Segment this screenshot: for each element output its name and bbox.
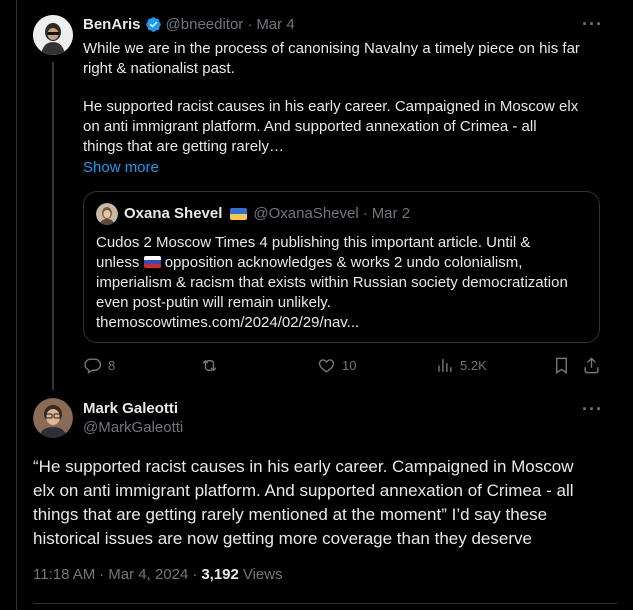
avatar[interactable] — [33, 398, 73, 438]
quote-author-handle[interactable]: @OxanaShevel — [253, 205, 358, 222]
quote-date[interactable]: Mar 2 — [372, 205, 410, 222]
author-name[interactable]: BenAris — [83, 16, 141, 33]
more-options-icon[interactable]: ··· — [582, 14, 603, 35]
text-line: “He supported racist causes in his early… — [33, 457, 574, 476]
text-line: historical issues are now getting more c… — [33, 529, 532, 548]
avatar[interactable] — [96, 203, 118, 225]
views-button[interactable]: 5.2K — [435, 356, 487, 375]
repost-icon — [202, 359, 217, 372]
author-handle[interactable]: @bneeditor — [166, 16, 244, 33]
bookmark-button[interactable] — [552, 356, 571, 375]
show-more-link[interactable]: Show more — [83, 158, 603, 178]
divider — [33, 603, 617, 604]
view-count: 5.2K — [460, 358, 487, 373]
analytics-icon — [438, 359, 452, 372]
separator: · — [99, 566, 105, 583]
quote-link[interactable]: themoscowtimes.com/2024/02/29/nav... — [96, 313, 596, 333]
text-line: elx on anti immigrant platform. And supp… — [33, 481, 574, 500]
repost-button[interactable] — [200, 356, 219, 375]
text-fragment: opposition acknowledges & works 2 undo c… — [164, 254, 523, 271]
text-line: Cudos 2 Moscow Times 4 publishing this i… — [96, 234, 531, 251]
text-line: right & nationalist past. — [83, 60, 235, 77]
text-line: things that are getting rarely… — [83, 138, 284, 155]
quote-author-name[interactable]: Oxana Shevel — [124, 205, 222, 222]
text-line: He supported racist causes in his early … — [83, 98, 579, 115]
views-label: Views — [242, 566, 283, 583]
reply-icon — [84, 358, 102, 374]
text-line: things that are getting rarely mentioned… — [33, 505, 548, 524]
text-line: imperialism & racism that exists within … — [96, 274, 568, 291]
ukraine-flag-icon — [230, 207, 248, 220]
reply-count: 8 — [108, 358, 116, 373]
tweet-header: Mark Galeotti @MarkGaleotti — [83, 400, 183, 436]
tweet-date[interactable]: Mar 4 — [256, 16, 294, 33]
russia-flag-icon — [143, 256, 161, 268]
tweet-meta: 11:18 AM · Mar 4, 2024 · 3,192 Views — [33, 566, 283, 583]
share-button[interactable] — [582, 356, 601, 375]
tweet-header: BenAris @bneeditor · Mar 4 — [83, 16, 295, 33]
tweet-time[interactable]: 11:18 AM — [33, 566, 95, 583]
tweet-date[interactable]: Mar 4, 2024 — [108, 566, 188, 583]
like-count: 10 — [342, 358, 357, 373]
author-name[interactable]: Mark Galeotti — [83, 400, 183, 417]
text-line: on anti immigrant platform. And supporte… — [83, 118, 537, 135]
tweet-text: While we are in the process of canonisin… — [83, 39, 603, 178]
thread-line — [52, 62, 54, 390]
separator: · — [192, 566, 198, 583]
quote-text: Cudos 2 Moscow Times 4 publishing this i… — [96, 233, 596, 333]
separator: · — [247, 16, 253, 33]
main-tweet-text: “He supported racist causes in his early… — [33, 455, 623, 551]
reply-button[interactable]: 8 — [83, 356, 115, 375]
text-line: While we are in the process of canonisin… — [83, 40, 580, 57]
more-options-icon[interactable]: ··· — [582, 399, 603, 420]
text-line: even post-putin will remain unlikely. — [96, 294, 331, 311]
bookmark-icon — [556, 357, 567, 374]
verified-icon — [145, 16, 162, 33]
quote-header: Oxana Shevel @OxanaShevel · Mar 2 — [124, 205, 410, 222]
share-icon — [584, 357, 599, 374]
text-line: unless opposition acknowledges & works 2… — [96, 253, 596, 273]
like-button[interactable]: 10 — [317, 356, 356, 375]
text-fragment: unless — [96, 254, 140, 271]
views-count[interactable]: 3,192 — [201, 566, 239, 583]
avatar[interactable] — [33, 15, 73, 55]
separator: · — [362, 205, 368, 222]
author-handle[interactable]: @MarkGaleotti — [83, 419, 183, 436]
quoted-tweet[interactable]: Oxana Shevel @OxanaShevel · Mar 2 Cudos … — [83, 191, 600, 343]
heart-icon — [318, 359, 335, 373]
